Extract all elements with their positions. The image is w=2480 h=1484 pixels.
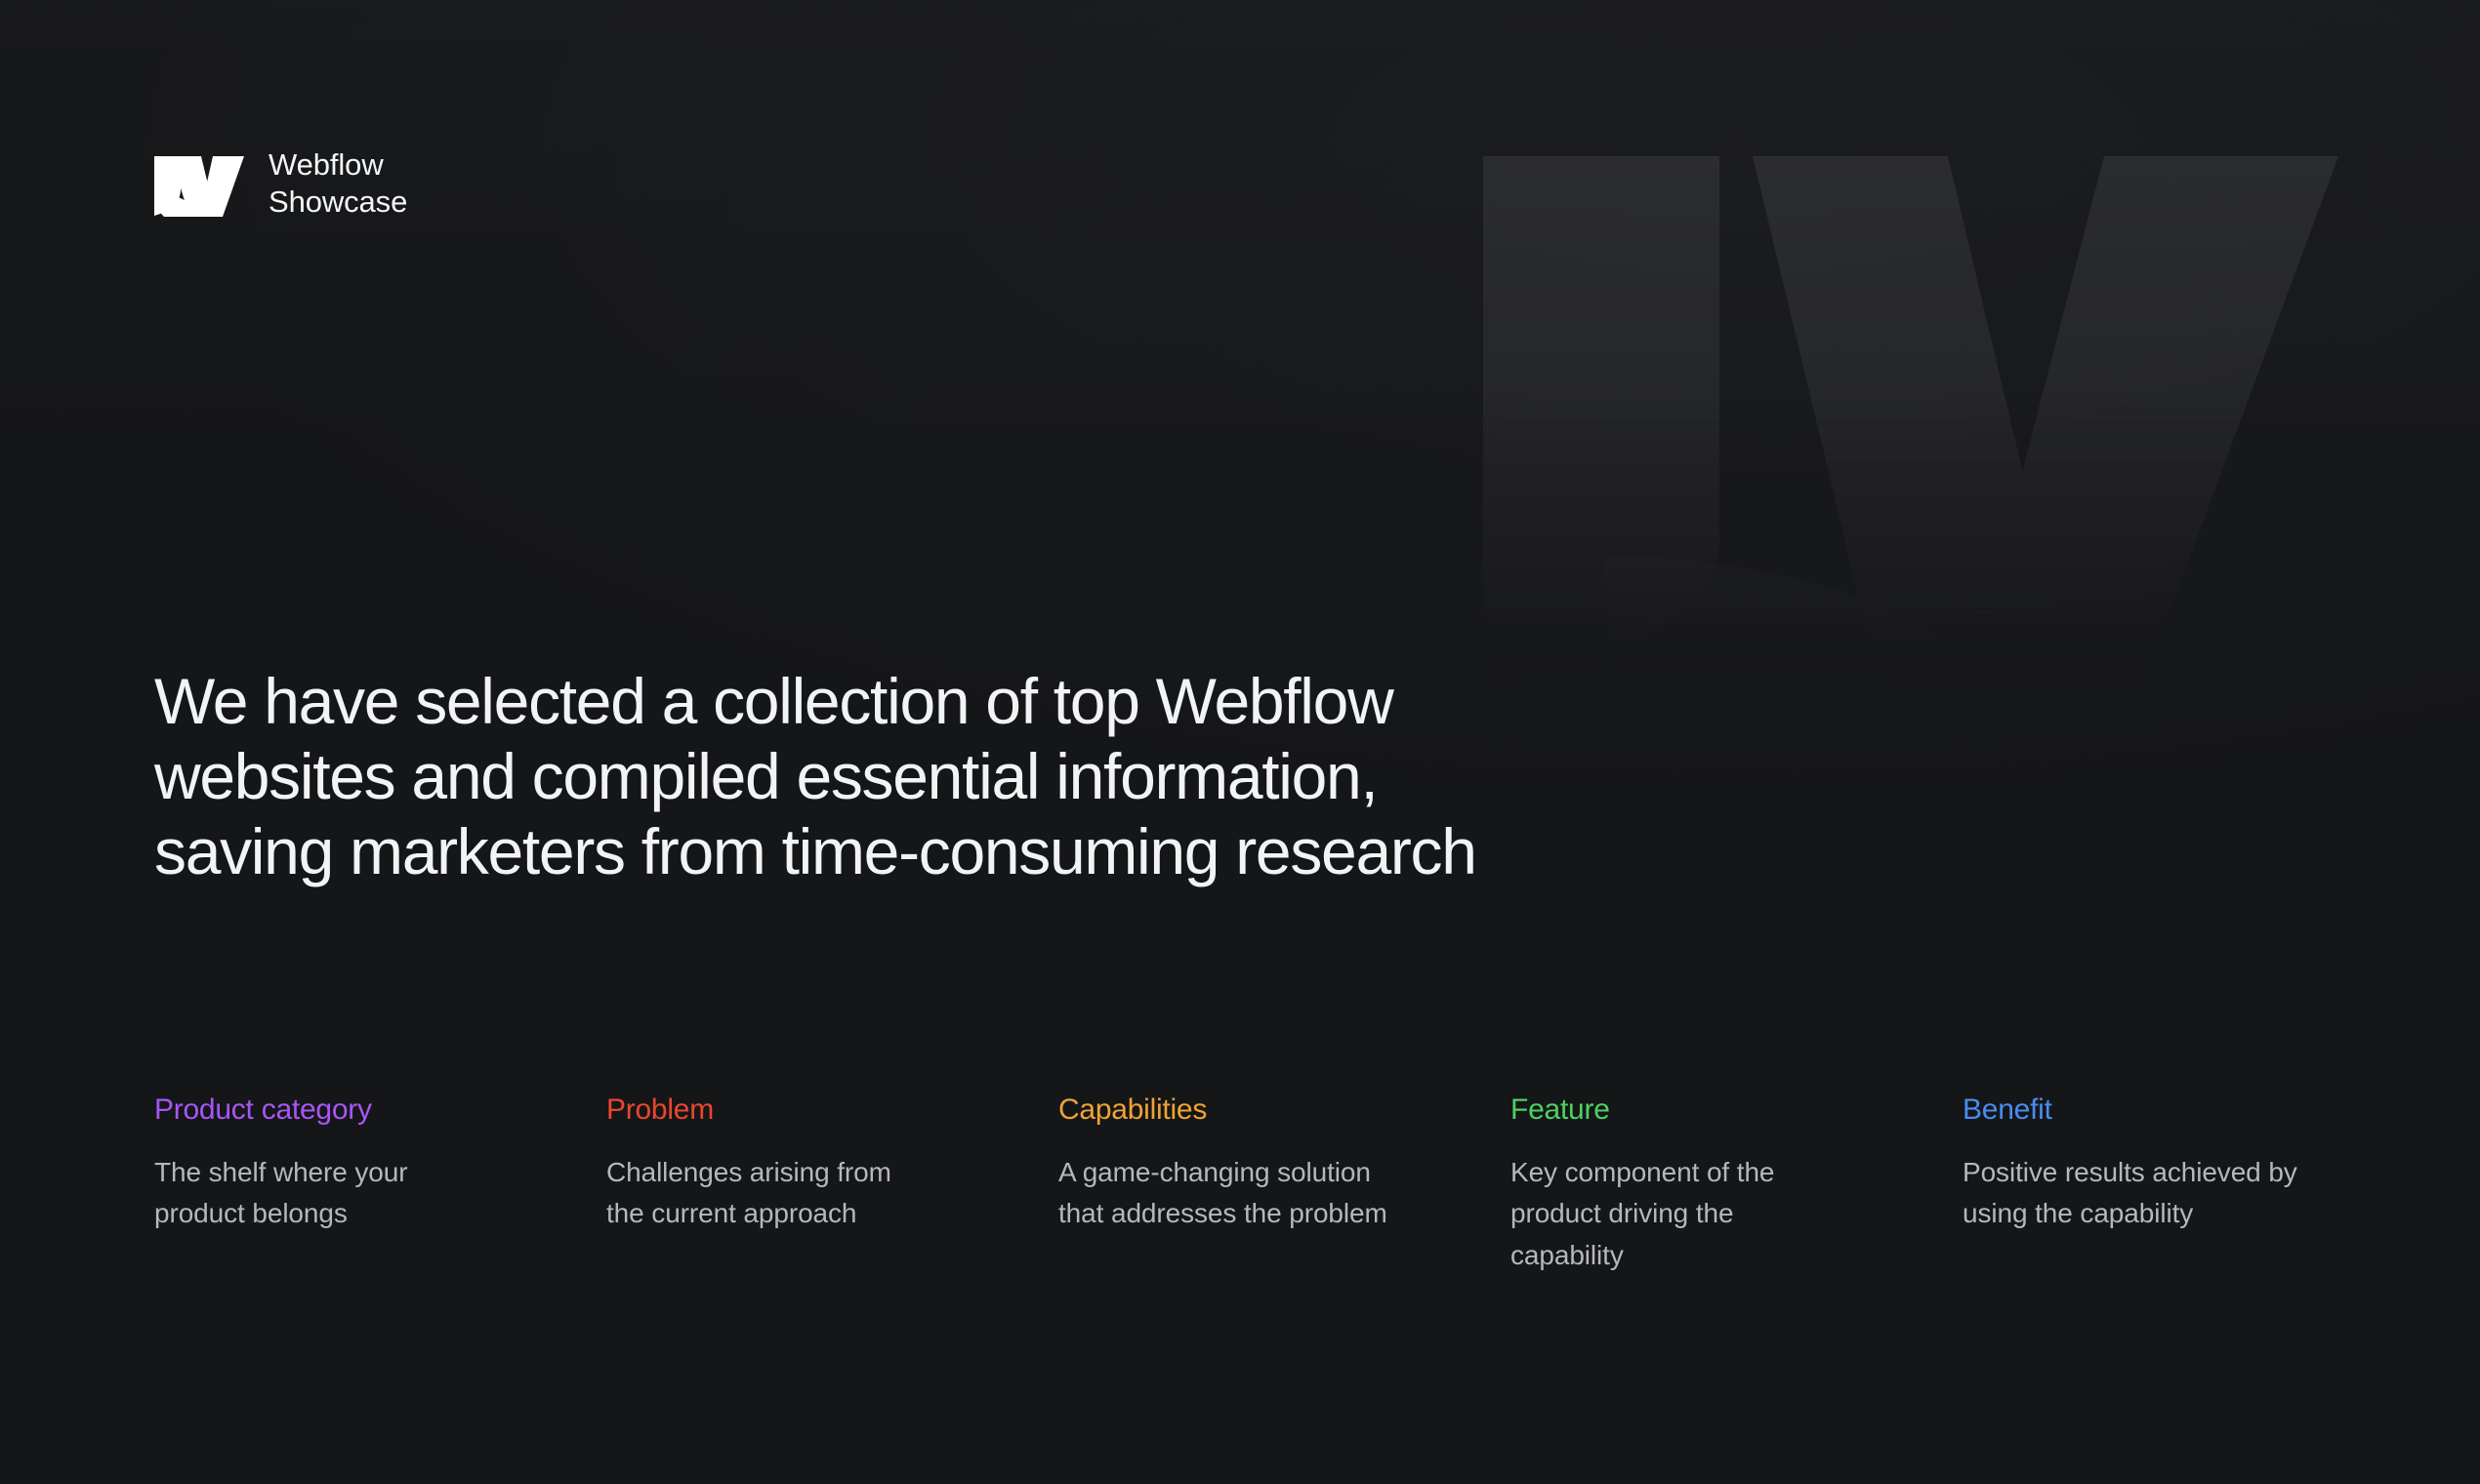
headline-line-2: websites and compiled essential informat… [154,739,1379,812]
glossary-definition-problem: Challenges arising from the current appr… [606,1156,891,1229]
brand-lockup[interactable]: Webflow Showcase [154,146,407,221]
brand-name-line-1: Webflow [269,147,384,182]
glossary-column-benefit: Benefit Positive results achieved by usi… [1963,1092,2415,1276]
headline-line-1: We have selected a collection of top Web… [154,665,1394,737]
glossary-term-capabilities: Capabilities [1058,1093,1208,1126]
glossary-columns: Product category The shelf where your pr… [154,1092,2415,1276]
webflow-w-watermark-icon [1460,137,2358,703]
glossary-column-capabilities: Capabilities A game-changing solution th… [1058,1092,1510,1276]
glossary-definition-product-category: The shelf where your product belongs [154,1156,408,1229]
brand-name: Webflow Showcase [269,146,407,221]
brand-name-line-2: Showcase [269,184,408,219]
glossary-term-feature: Feature [1510,1093,1610,1126]
page-root: Webflow Showcase We have selected a coll… [0,0,2480,1484]
page-headline: We have selected a collection of top Web… [154,664,1912,889]
headline-line-3: saving marketers from time-consuming res… [154,814,1477,887]
glossary-definition-feature: Key component of the product driving the… [1510,1156,1775,1270]
glossary-column-product-category: Product category The shelf where your pr… [154,1092,606,1276]
glossary-term-benefit: Benefit [1963,1093,2052,1126]
glossary-term-problem: Problem [606,1093,714,1126]
webflow-w-logo-icon [154,150,252,221]
glossary-term-product-category: Product category [154,1093,372,1126]
glossary-definition-capabilities: A game-changing solution that addresses … [1058,1156,1387,1229]
glossary-column-feature: Feature Key component of the product dri… [1510,1092,1963,1276]
glossary-definition-benefit: Positive results achieved by using the c… [1963,1156,2297,1229]
glossary-column-problem: Problem Challenges arising from the curr… [606,1092,1058,1276]
